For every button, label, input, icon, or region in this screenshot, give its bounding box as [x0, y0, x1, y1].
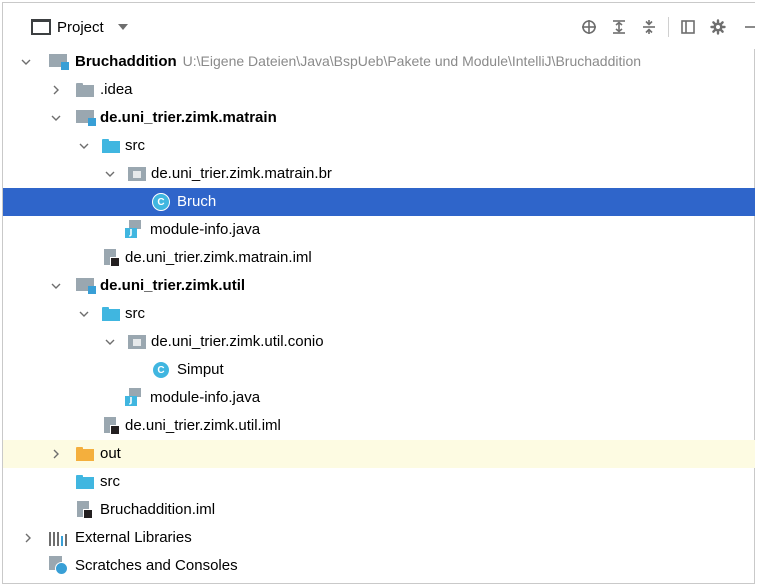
- chevron-down-icon[interactable]: [48, 278, 64, 294]
- expand-all-icon[interactable]: [604, 15, 634, 39]
- module-util-label: de.uni_trier.zimk.util: [100, 277, 246, 294]
- iml-file-icon: [75, 501, 93, 519]
- tree-row-external-libraries[interactable]: External Libraries: [3, 524, 755, 552]
- libraries-icon: [49, 530, 67, 546]
- tree-row-module-matrain[interactable]: de.uni_trier.zimk.matrain: [3, 104, 755, 132]
- class-simput-label: Simput: [177, 361, 224, 378]
- util-iml-label: de.uni_trier.zimk.util.iml: [125, 417, 281, 434]
- chevron-right-icon[interactable]: [48, 82, 64, 98]
- chevron-right-icon[interactable]: [48, 446, 64, 462]
- module-folder-icon: [76, 278, 96, 294]
- iml-file-icon: [102, 249, 120, 267]
- tree-row-matrain-iml[interactable]: de.uni_trier.zimk.matrain.iml: [3, 244, 755, 272]
- locate-icon[interactable]: [574, 15, 604, 39]
- tree-row-root[interactable]: Bruchaddition U:\Eigene Dateien\Java\BspU…: [3, 48, 755, 76]
- source-folder-icon: [102, 307, 120, 321]
- chevron-right-icon[interactable]: [20, 530, 36, 546]
- root-label: Bruchaddition: [75, 53, 177, 70]
- layout-icon[interactable]: [673, 15, 703, 39]
- chevron-down-icon[interactable]: [76, 138, 92, 154]
- tree-row-class-simput[interactable]: C Simput: [3, 356, 755, 384]
- package-icon: [128, 335, 146, 349]
- tree-row-idea[interactable]: .idea: [3, 76, 755, 104]
- class-icon: C: [152, 361, 170, 379]
- src-label: src: [100, 473, 120, 490]
- tree-row-root-iml[interactable]: Bruchaddition.iml: [3, 496, 755, 524]
- project-icon: [31, 19, 51, 35]
- tree-row-util-package[interactable]: de.uni_trier.zimk.util.conio: [3, 328, 755, 356]
- gear-icon[interactable]: [703, 15, 733, 39]
- tree-row-src[interactable]: src: [3, 468, 755, 496]
- source-folder-icon: [102, 139, 120, 153]
- chevron-down-icon[interactable]: [102, 166, 118, 182]
- tree-row-util-iml[interactable]: de.uni_trier.zimk.util.iml: [3, 412, 755, 440]
- tree-row-matrain-src[interactable]: src: [3, 132, 755, 160]
- iml-file-icon: [102, 417, 120, 435]
- minimize-icon[interactable]: [733, 15, 755, 39]
- tree-row-module-util[interactable]: de.uni_trier.zimk.util: [3, 272, 755, 300]
- chevron-down-icon[interactable]: [48, 110, 64, 126]
- module-folder-icon: [49, 54, 69, 70]
- java-file-icon: J: [125, 220, 143, 238]
- class-icon: C: [152, 193, 170, 211]
- folder-icon: [76, 83, 94, 97]
- tree-row-util-src[interactable]: src: [3, 300, 755, 328]
- class-bruch-label: Bruch: [177, 193, 217, 210]
- module-folder-icon: [76, 110, 96, 126]
- project-view-label: Project: [57, 18, 104, 36]
- tree-row-scratches[interactable]: Scratches and Consoles: [3, 552, 755, 580]
- tree-row-matrain-module-info[interactable]: J module-info.java: [3, 216, 755, 244]
- tree-row-util-module-info[interactable]: J module-info.java: [3, 384, 755, 412]
- project-tree: Bruchaddition U:\Eigene Dateien\Java\BspU…: [3, 48, 755, 580]
- project-toolbar: Project: [3, 3, 755, 49]
- scratches-label: Scratches and Consoles: [75, 557, 238, 574]
- excluded-folder-icon: [76, 447, 94, 461]
- chevron-down-icon[interactable]: [76, 306, 92, 322]
- project-view-selector[interactable]: Project: [31, 15, 128, 39]
- collapse-all-icon[interactable]: [634, 15, 664, 39]
- tree-row-out[interactable]: out: [3, 440, 755, 468]
- dropdown-arrow-icon: [117, 24, 128, 30]
- chevron-down-icon[interactable]: [102, 334, 118, 350]
- toolbar-separator: [668, 17, 669, 37]
- scratches-icon: [49, 556, 69, 576]
- toolbar-actions: [574, 15, 755, 39]
- util-package-label: de.uni_trier.zimk.util.conio: [151, 333, 324, 350]
- matrain-iml-label: de.uni_trier.zimk.matrain.iml: [125, 249, 312, 266]
- matrain-package-label: de.uni_trier.zimk.matrain.br: [151, 165, 332, 182]
- external-libraries-label: External Libraries: [75, 529, 192, 546]
- module-matrain-label: de.uni_trier.zimk.matrain: [100, 109, 277, 126]
- root-iml-label: Bruchaddition.iml: [100, 501, 216, 518]
- util-src-label: src: [125, 305, 145, 322]
- tree-row-class-bruch[interactable]: C Bruch: [3, 188, 755, 216]
- out-label: out: [100, 445, 121, 462]
- tree-row-matrain-package[interactable]: de.uni_trier.zimk.matrain.br: [3, 160, 755, 188]
- chevron-down-icon[interactable]: [18, 54, 34, 70]
- package-icon: [128, 167, 146, 181]
- root-path: U:\Eigene Dateien\Java\BspUeb\Pakete und…: [182, 53, 642, 69]
- matrain-module-info-label: module-info.java: [150, 221, 261, 238]
- idea-label: .idea: [100, 81, 133, 98]
- matrain-src-label: src: [125, 137, 145, 154]
- java-file-icon: J: [125, 388, 143, 406]
- util-module-info-label: module-info.java: [150, 389, 261, 406]
- source-folder-icon: [76, 475, 94, 489]
